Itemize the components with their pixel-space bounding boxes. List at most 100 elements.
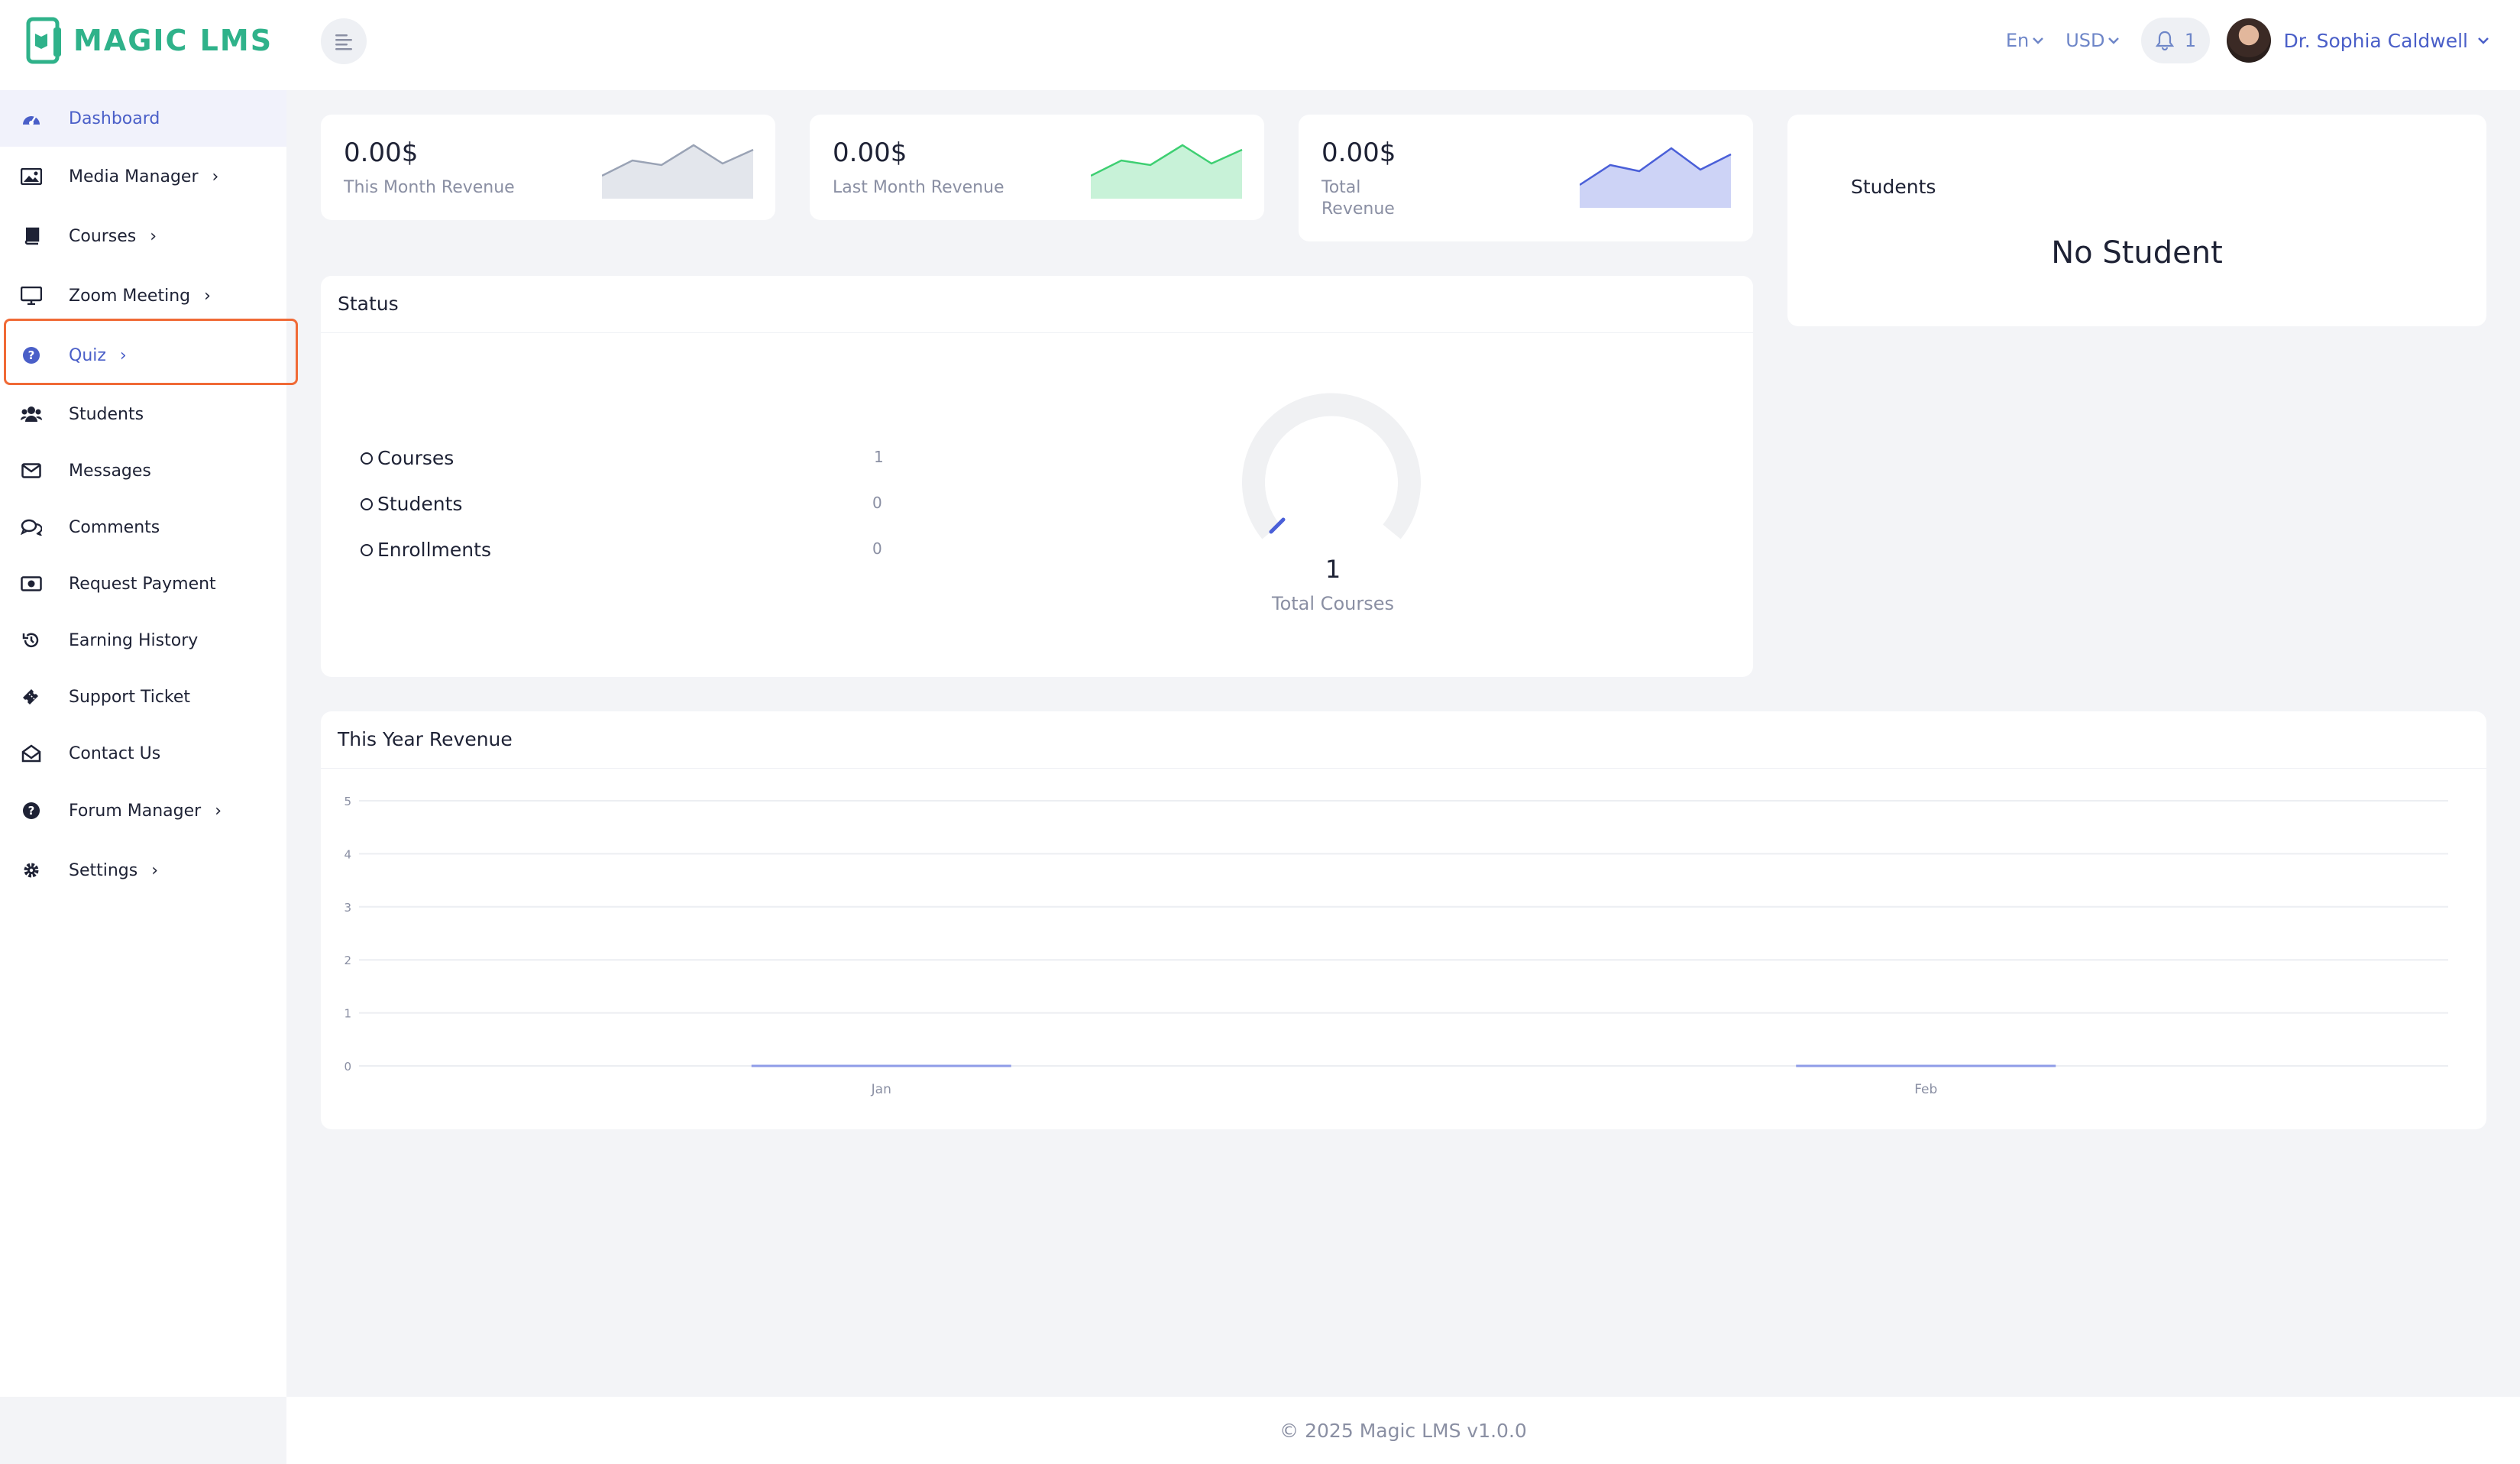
card-divider [321, 332, 1753, 333]
students-card-title: Students [1851, 176, 1936, 198]
envelope-open-icon [20, 742, 43, 765]
chevron-right-icon: › [150, 226, 157, 246]
user-menu[interactable]: Dr. Sophia Caldwell [2283, 30, 2489, 52]
y-tick-label: 3 [344, 901, 351, 915]
currency-value: USD [2065, 30, 2105, 51]
language-select[interactable]: En [2006, 30, 2044, 51]
sidebar-item-earning-history[interactable]: Earning History [0, 612, 286, 669]
revenue-label: Last Month Revenue [833, 178, 1004, 197]
y-tick-label: 5 [344, 795, 351, 808]
no-student-message: No Student [2051, 235, 2223, 270]
envelope-icon [20, 459, 43, 482]
sidebar-item-label: Quiz [69, 345, 106, 365]
status-value: 0 [872, 494, 882, 512]
top-header: MAGIC LMS En USD 1 Dr. Sophia Caldwell [0, 0, 2520, 90]
question-circle-icon: ? [20, 344, 43, 367]
status-row-enrollments: Enrollments [361, 539, 491, 561]
status-value: 1 [874, 448, 884, 466]
footer-copyright: © 2025 Magic LMS v1.0.0 [1279, 1419, 1527, 1442]
revenue-sparkline [1580, 147, 1732, 208]
sidebar-item-media-manager[interactable]: Media Manager › [0, 148, 286, 205]
money-icon [20, 572, 43, 595]
language-value: En [2005, 30, 2030, 51]
revenue-label: This Month Revenue [344, 178, 515, 197]
sidebar-item-courses[interactable]: Courses › [0, 208, 286, 264]
status-label: Courses [377, 447, 455, 469]
chevron-right-icon: › [215, 801, 222, 821]
sidebar-item-request-payment[interactable]: Request Payment [0, 555, 286, 612]
svg-text:?: ? [28, 804, 35, 818]
brand-logo[interactable]: MAGIC LMS [26, 17, 273, 64]
chevron-right-icon: › [119, 345, 127, 365]
sidebar-item-messages[interactable]: Messages [0, 442, 286, 499]
svg-text:?: ? [28, 348, 35, 362]
status-row-courses: Courses [361, 447, 454, 469]
sidebar-toggle-button[interactable] [321, 18, 367, 64]
revenue-line-chart: 0 1 2 3 4 5 Jan Feb [344, 795, 2448, 1097]
logo-book-icon [26, 17, 61, 64]
status-value: 0 [872, 539, 882, 558]
y-tick-label: 4 [344, 847, 351, 861]
circle-bullet-icon [361, 543, 373, 556]
sidebar-item-label: Earning History [69, 630, 199, 650]
brand-name: MAGIC LMS [73, 24, 273, 57]
status-card: Status [321, 276, 1753, 677]
question-circle-icon: ? [20, 799, 43, 822]
gauge-label: Total Courses [1272, 593, 1394, 614]
sidebar-item-comments[interactable]: Comments [0, 499, 286, 555]
sidebar-item-contact-us[interactable]: Contact Us [0, 725, 286, 782]
sidebar-item-zoom-meeting[interactable]: Zoom Meeting › [0, 267, 286, 324]
image-icon [20, 165, 43, 188]
last-month-revenue-card: 0.00$ Last Month Revenue [810, 115, 1264, 220]
gauge-value: 1 [1325, 555, 1341, 584]
avatar[interactable] [2227, 18, 2272, 63]
chevron-right-icon: › [151, 860, 159, 880]
ticket-icon [20, 685, 43, 708]
sidebar-item-label: Media Manager [69, 167, 199, 186]
status-row-students: Students [361, 493, 462, 515]
revenue-sparkline [602, 144, 754, 199]
sidebar-item-quiz[interactable]: ? Quiz › [0, 327, 286, 384]
sidebar-item-label: Messages [69, 461, 151, 481]
footer: © 2025 Magic LMS v1.0.0 [286, 1397, 2520, 1464]
chevron-down-icon [2033, 37, 2044, 44]
notifications-button[interactable]: 1 [2141, 18, 2211, 63]
revenue-value: 0.00$ [1321, 138, 1396, 168]
y-tick-label: 2 [344, 954, 351, 967]
circle-bullet-icon [361, 497, 373, 510]
sidebar-item-label: Settings [69, 860, 138, 880]
notification-count: 1 [2184, 30, 2197, 51]
y-tick-label: 1 [344, 1007, 351, 1021]
currency-select[interactable]: USD [2065, 30, 2120, 51]
revenue-label: Total Revenue [1321, 178, 1395, 219]
dashboard-icon [20, 107, 43, 130]
this-month-revenue-card: 0.00$ This Month Revenue [321, 115, 775, 220]
total-revenue-card: 0.00$ Total Revenue [1299, 115, 1753, 241]
status-label: Enrollments [377, 539, 491, 561]
status-title: Status [338, 293, 399, 315]
sidebar-item-label: Contact Us [69, 743, 161, 763]
chevron-down-icon [2478, 37, 2489, 44]
comments-icon [20, 516, 43, 539]
sidebar-item-dashboard[interactable]: Dashboard [0, 90, 286, 147]
status-label: Students [377, 493, 463, 515]
sidebar-item-label: Comments [69, 517, 160, 537]
users-icon [20, 403, 43, 426]
revenue-sparkline [1091, 144, 1243, 199]
sidebar-item-students[interactable]: Students [0, 386, 286, 442]
bell-icon [2155, 31, 2174, 50]
chevron-right-icon: › [204, 286, 211, 306]
sidebar-item-label: Zoom Meeting [69, 286, 191, 306]
year-revenue-card: This Year Revenue 0 1 2 3 4 5 Jan Feb [321, 711, 2486, 1129]
y-tick-label: 0 [344, 1060, 351, 1074]
chevron-right-icon: › [212, 167, 219, 186]
total-courses-gauge [1242, 393, 1421, 539]
students-card: Students No Student [1787, 115, 2486, 326]
sidebar-item-settings[interactable]: Settings › [0, 842, 286, 899]
sidebar-item-support-ticket[interactable]: Support Ticket [0, 669, 286, 725]
sidebar-item-label: Courses [69, 226, 137, 246]
menu-lines-icon [335, 34, 352, 50]
sidebar-item-label: Students [69, 404, 144, 424]
x-tick-label: Jan [871, 1082, 891, 1097]
sidebar-item-forum-manager[interactable]: ? Forum Manager › [0, 782, 286, 839]
